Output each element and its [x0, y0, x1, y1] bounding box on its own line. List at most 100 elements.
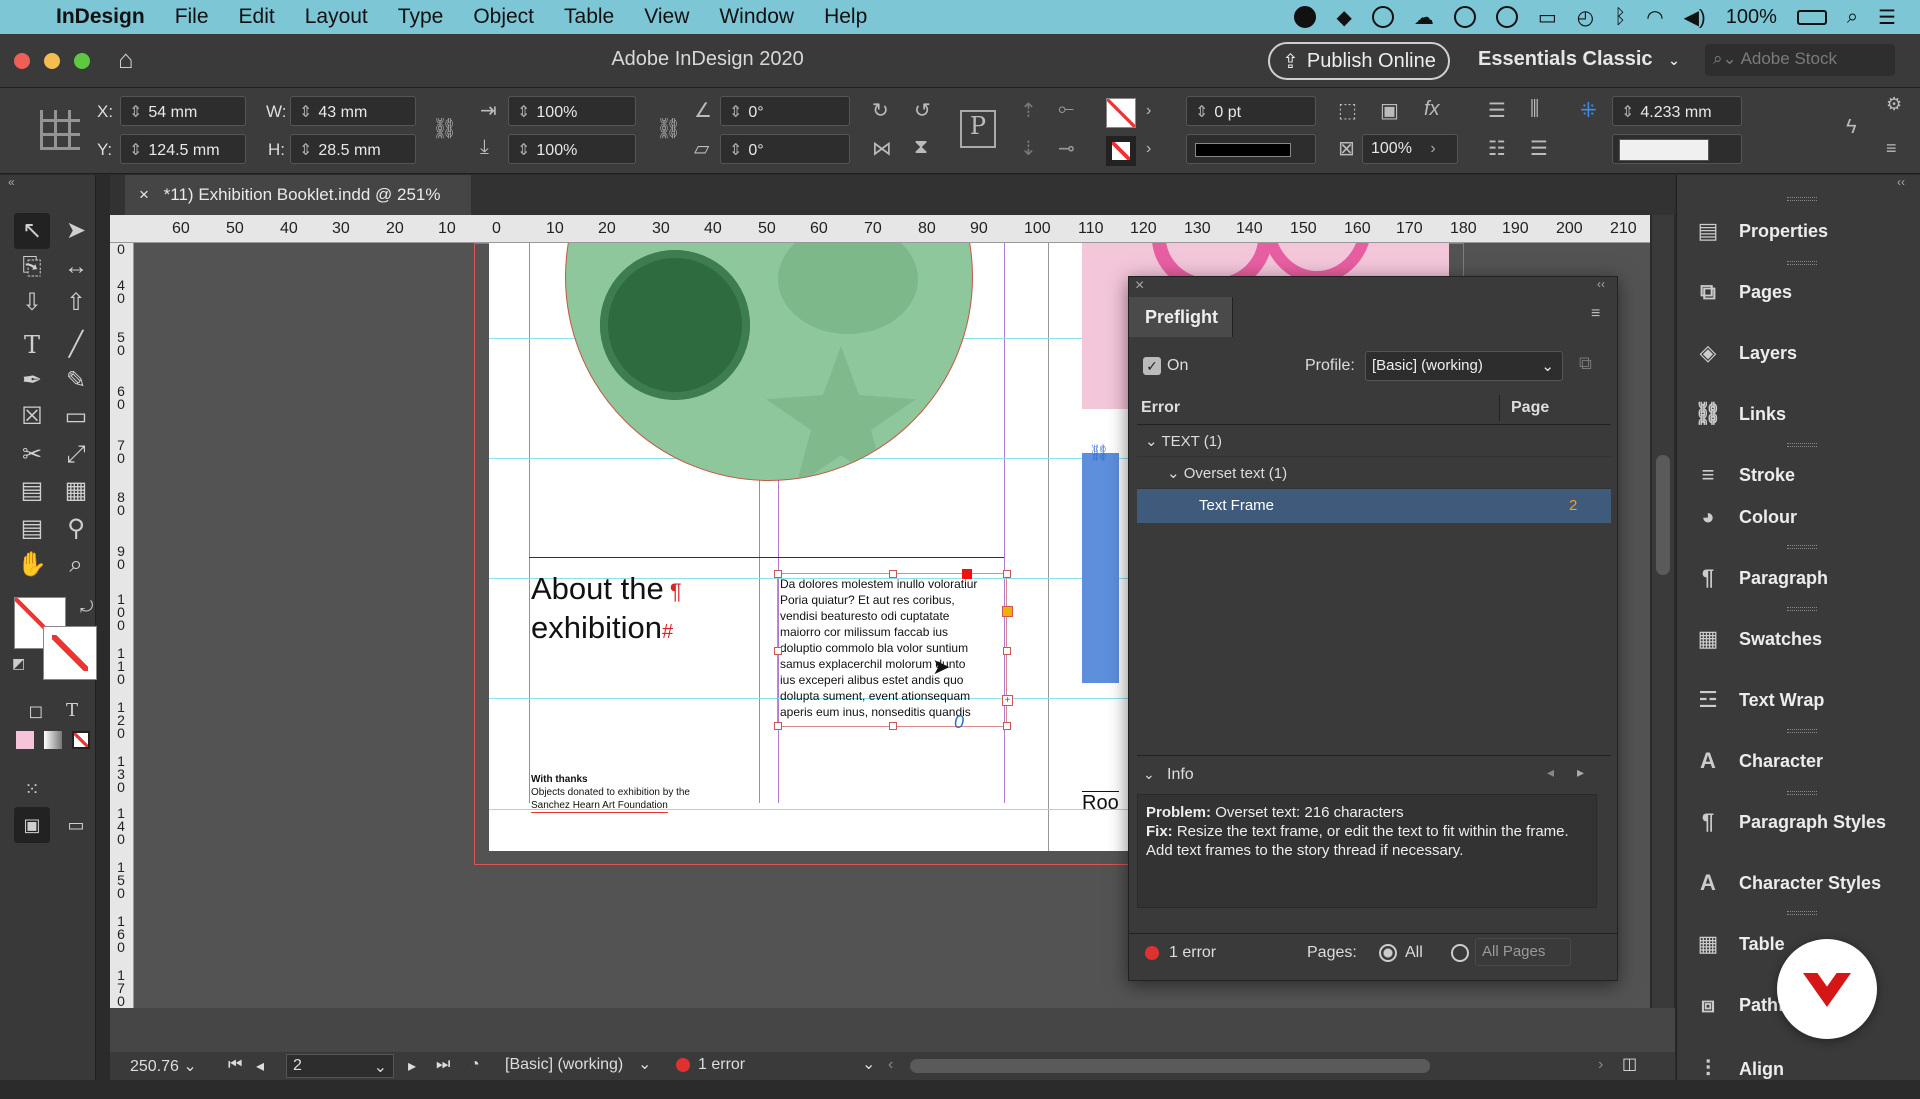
selected-text-frame[interactable]: Da dolores molestem inullo voloratiur Po…	[774, 569, 1013, 732]
all-radio[interactable]	[1379, 944, 1397, 962]
type-tool[interactable]: T	[14, 327, 50, 363]
frame-fitting-icon[interactable]: ⬚	[1338, 98, 1357, 123]
stroke-weight-field[interactable]: ⇕ 0 pt	[1186, 96, 1316, 126]
page-number-field[interactable]: 2 ⌄	[286, 1054, 394, 1078]
menu-view[interactable]: View	[644, 5, 689, 29]
panel-paragraph-styles[interactable]: ¶ Paragraph Styles	[1677, 792, 1920, 852]
first-page-icon[interactable]: ⏮	[228, 1056, 242, 1074]
menu-app-name[interactable]: InDesign	[56, 5, 145, 29]
next-page-icon[interactable]: ▸	[408, 1056, 416, 1076]
thanks-frame[interactable]: With thanks Objects donated to exhibitio…	[531, 773, 751, 813]
no-entry-icon[interactable]	[1495, 6, 1518, 28]
bluetooth-icon[interactable]: ᛒ	[1614, 6, 1626, 29]
drop-shadow-icon[interactable]: ▣	[1380, 98, 1399, 123]
gradient-feather-tool[interactable]: ▦	[58, 473, 94, 509]
menu-layout[interactable]: Layout	[305, 5, 368, 29]
on-checkbox[interactable]: ✓	[1143, 357, 1161, 375]
range-radio[interactable]	[1451, 944, 1469, 962]
workspace-switcher[interactable]: Essentials Classic ⌄	[1478, 48, 1680, 71]
chevron-right-icon[interactable]: ›	[1146, 140, 1151, 158]
select-previous-icon[interactable]: ⟜	[1058, 98, 1074, 121]
panel-character[interactable]: A Character	[1677, 731, 1920, 791]
gap-tool[interactable]: ↔	[58, 249, 94, 285]
resize-handle[interactable]	[1003, 570, 1011, 578]
panel-layers[interactable]: ◈ Layers	[1677, 323, 1920, 383]
status-profile[interactable]: [Basic] (working)	[505, 1056, 623, 1074]
p-reference-icon[interactable]: P	[960, 110, 996, 148]
panel-properties[interactable]: ▤ Properties	[1677, 201, 1920, 261]
panel-swatches[interactable]: ▦ Swatches	[1677, 609, 1920, 669]
vertical-scroll-thumb[interactable]	[1656, 455, 1670, 575]
horizontal-scroll-thumb[interactable]	[910, 1059, 1430, 1073]
page-tool[interactable]: ⎘	[14, 249, 50, 285]
menu-help[interactable]: Help	[824, 5, 867, 29]
gradient-swatch-tool[interactable]: ▤	[14, 473, 50, 509]
fill-none-swatch[interactable]	[1106, 98, 1136, 128]
x-position-field[interactable]: ⇕ 54 mm	[120, 96, 246, 126]
volume-icon[interactable]: ◀)	[1684, 5, 1706, 30]
hand-tool[interactable]: ✋	[14, 547, 50, 583]
resize-handle[interactable]	[1003, 647, 1011, 655]
vertical-scrollbar[interactable]	[1652, 215, 1674, 1008]
formatting-container-icon[interactable]: ◻	[18, 693, 54, 729]
content-placer-tool[interactable]: ⇧	[58, 285, 94, 321]
menu-object[interactable]: Object	[473, 5, 534, 29]
previous-error-icon[interactable]: ◂	[1547, 764, 1554, 781]
resize-handle[interactable]	[889, 570, 897, 578]
text-columns-icon[interactable]: ⫼	[1530, 98, 1539, 121]
preflight-tab[interactable]: Preflight	[1129, 297, 1233, 337]
panel-links[interactable]: ⛓ Links	[1677, 384, 1920, 444]
apply-gradient-icon[interactable]	[44, 731, 62, 749]
resize-handle[interactable]	[774, 570, 782, 578]
zoom-tool[interactable]: ⌕	[58, 547, 94, 583]
panel-pages[interactable]: ⧉ Pages	[1677, 262, 1920, 322]
swap-fill-stroke-icon[interactable]: ⤾	[80, 599, 93, 617]
panel-colour[interactable]: ◕ Colour	[1677, 487, 1920, 547]
buttons-image-frame[interactable]	[565, 243, 973, 481]
define-profiles-icon[interactable]: ⧉	[1579, 353, 1592, 374]
profile-dropdown[interactable]: [Basic] (working) ⌄	[1365, 351, 1563, 381]
fx-icon[interactable]: fx	[1424, 98, 1440, 121]
constrain-scale-icon[interactable]: ⛓	[656, 116, 681, 141]
horizontal-ruler[interactable]: 60 50 40 30 20 10 0 10 20 30 40 50 60 70…	[110, 215, 1650, 243]
menu-file[interactable]: File	[175, 5, 209, 29]
rotate-clockwise-icon[interactable]: ↻	[872, 98, 889, 123]
apply-none-icon[interactable]	[72, 731, 90, 749]
resize-handle[interactable]	[889, 722, 897, 730]
scale-y-field[interactable]: ⇕ 100%	[508, 134, 636, 164]
vertical-ruler[interactable]: 0 4 0 5 0 6 0 7 0 8 0 9 0 1 0 0 1 1 0 1 …	[110, 242, 134, 1008]
stroke-none-swatch[interactable]	[1106, 136, 1136, 166]
pencil-tool[interactable]: ✎	[58, 363, 94, 399]
resize-handle[interactable]	[774, 722, 782, 730]
flip-vertical-icon[interactable]: ⧗	[914, 136, 928, 159]
normal-view-mode-icon[interactable]: ▣	[14, 807, 50, 843]
collapse-arrows-icon[interactable]: «	[8, 175, 15, 189]
publish-online-button[interactable]: ⇪ Publish Online	[1268, 42, 1450, 80]
split-window-icon[interactable]: ◫	[1622, 1054, 1637, 1074]
tree-row-text-category[interactable]: ⌄ TEXT (1)	[1137, 425, 1611, 457]
align-left-text-icon[interactable]: ☰	[1488, 98, 1506, 123]
chevron-down-icon[interactable]: ⌄	[1143, 766, 1155, 783]
zoom-dropdown[interactable]: 250.76 ⌄	[130, 1056, 200, 1076]
free-transform-tool[interactable]: ⤢	[58, 437, 94, 473]
rotation-field[interactable]: ⇕ 0°	[720, 96, 850, 126]
vertical-justify-icon[interactable]: ☷	[1488, 136, 1506, 161]
height-field[interactable]: ⇕ 28.5 mm	[290, 134, 416, 164]
stroke-swatch[interactable]	[43, 626, 97, 680]
frame-grid-icon[interactable]: ⁙	[14, 771, 50, 807]
flip-horizontal-icon[interactable]: ⋈	[872, 136, 892, 161]
tree-page-link[interactable]: 2	[1569, 497, 1577, 514]
close-panel-icon[interactable]: ×	[1135, 277, 1144, 295]
eyedropper-tool[interactable]: ⚲	[58, 511, 94, 547]
menu-type[interactable]: Type	[398, 5, 444, 29]
auto-size-icon[interactable]: ⁜	[1580, 98, 1597, 123]
rotate-counterclockwise-icon[interactable]: ↺	[914, 98, 931, 123]
resize-handle[interactable]	[774, 647, 782, 655]
open-document-icon[interactable]: ◔	[470, 1056, 480, 1074]
tree-row-text-frame[interactable]: Text Frame 2	[1137, 489, 1611, 523]
content-collector-tool[interactable]: ⇩	[14, 285, 50, 321]
panel-paragraph[interactable]: ¶ Paragraph	[1677, 548, 1920, 608]
justify-icon[interactable]: ☰	[1530, 136, 1548, 161]
blue-image-frame[interactable]	[1082, 453, 1119, 683]
line-tool[interactable]: ╱	[58, 327, 94, 363]
